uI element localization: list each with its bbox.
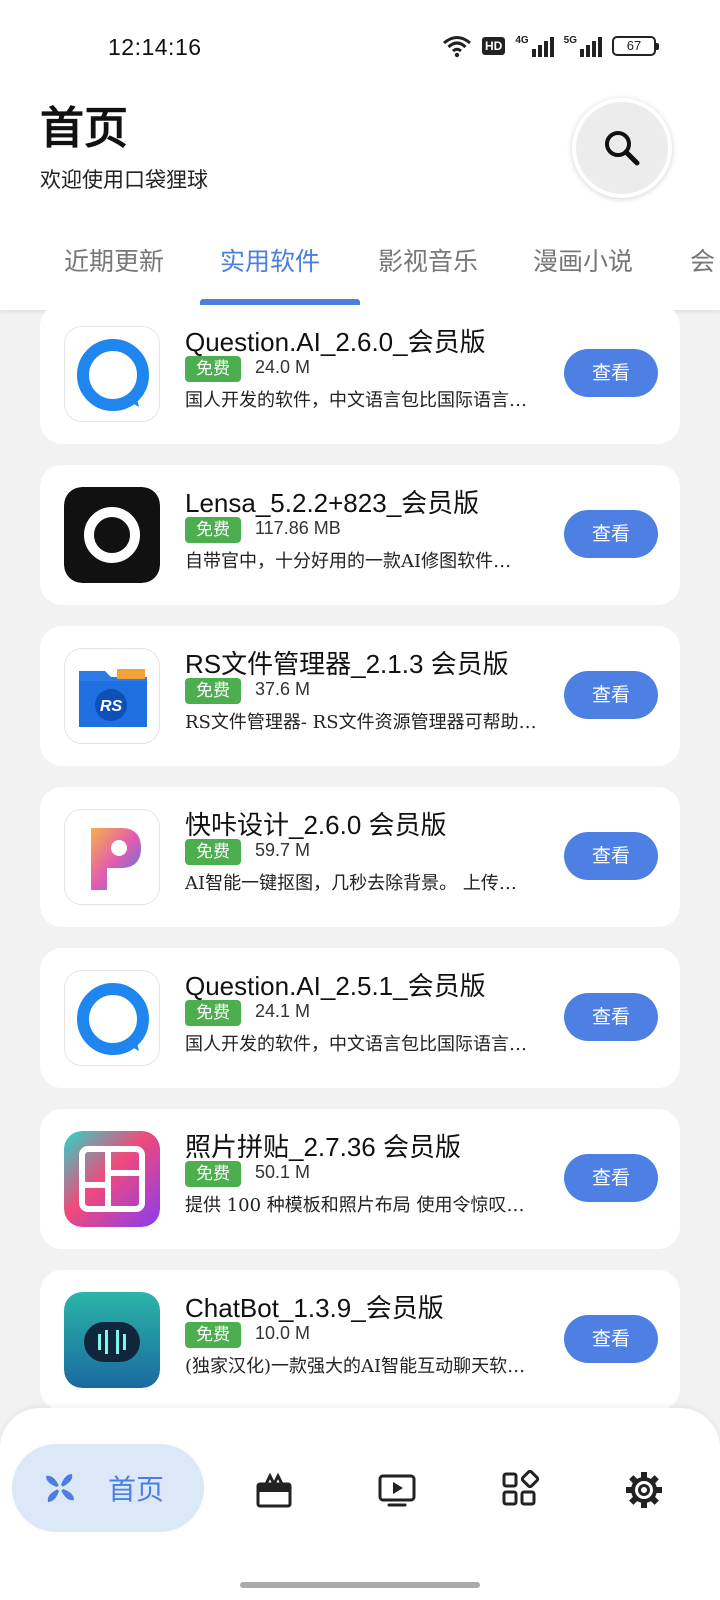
tab-utility-software[interactable]: 实用软件 [220,242,320,278]
settings-icon[interactable] [624,1470,664,1510]
free-badge: 免费 [185,1161,241,1187]
tab-indicator [200,299,360,305]
hd-icon: HD [481,37,506,55]
view-button[interactable]: 查看 [564,1315,658,1363]
search-button[interactable] [572,98,672,198]
question-ai-icon [64,970,160,1066]
app-card[interactable]: Question.AI_2.6.0_会员版 免费 24.0 M 国人开发的软件，… [40,310,680,444]
app-description: 国人开发的软件，中文语言包比国际语言… [185,1034,527,1055]
app-card[interactable]: 快咔设计_2.6.0 会员版 免费 59.7 M AI智能一键抠图，几秒去除背景… [40,787,680,927]
free-badge: 免费 [185,839,241,865]
search-icon [605,131,640,166]
app-name: RS文件管理器_2.1.3 会员版 [185,649,509,679]
tab-recent-updates[interactable]: 近期更新 [64,242,164,278]
battery-icon: 67 [612,36,659,56]
app-card[interactable]: RS RS文件管理器_2.1.3 会员版 免费 37.6 M RS文件管理器- … [40,626,680,766]
category-tabs: 近期更新 实用软件 影视音乐 漫画小说 会 [0,232,720,310]
nav-home-label: 首页 [108,1473,165,1506]
home-indicator[interactable] [240,1582,480,1588]
app-size: 50.1 M [255,1162,311,1182]
view-button[interactable]: 查看 [564,993,658,1041]
gift-icon[interactable] [254,1470,294,1510]
app-card[interactable]: Lensa_5.2.2+823_会员版 免费 117.86 MB 自带官中，十分… [40,465,680,605]
status-time: 12:14:16 [108,34,202,60]
header: 首页 欢迎使用口袋狸球 近期更新 实用软件 影视音乐 漫画小说 会 [0,92,720,310]
app-description: 自带官中，十分好用的一款AI修图软件… [185,551,512,572]
view-button[interactable]: 查看 [564,671,658,719]
chatbot-icon [64,1292,160,1388]
status-bar: 12:14:16 HD 4G 5G 67 [0,0,720,92]
svg-text:RS: RS [100,698,123,715]
app-name: Question.AI_2.5.1_会员版 [185,971,486,1001]
wifi-icon [443,36,471,58]
status-icons: HD 4G 5G 67 [442,34,659,58]
app-name: 快咔设计_2.6.0 会员版 [185,810,447,840]
signal-5g-icon: 5G [564,35,602,57]
app-name: ChatBot_1.3.9_会员版 [185,1293,444,1323]
app-size: 37.6 M [255,679,311,699]
free-badge: 免费 [185,356,241,382]
app-size: 10.0 M [255,1323,311,1343]
app-name: Question.AI_2.6.0_会员版 [185,327,486,357]
free-badge: 免费 [185,1000,241,1026]
app-card[interactable]: ChatBot_1.3.9_会员版 免费 10.0 M (独家汉化)一款强大的A… [40,1270,680,1410]
tab-video-music[interactable]: 影视音乐 [378,242,478,278]
kuaika-design-icon [64,809,160,905]
video-icon[interactable] [377,1470,417,1510]
app-size: 117.86 MB [255,518,341,538]
bottom-navigation: 首页 [0,1408,720,1600]
photo-collage-icon [64,1131,160,1227]
nav-home[interactable]: 首页 [12,1444,204,1532]
free-badge: 免费 [185,517,241,543]
lensa-icon [64,487,160,583]
signal-4g-icon: 4G [515,35,554,57]
app-size: 24.0 M [255,357,311,377]
app-description: RS文件管理器- RS文件资源管理器可帮助… [185,712,537,733]
apps-icon[interactable] [500,1470,540,1510]
app-description: 国人开发的软件，中文语言包比国际语言… [185,390,527,411]
free-badge: 免费 [185,678,241,704]
free-badge: 免费 [185,1322,241,1348]
view-button[interactable]: 查看 [564,510,658,558]
question-ai-icon [64,326,160,422]
tab-more[interactable]: 会 [690,242,715,278]
view-button[interactable]: 查看 [564,1154,658,1202]
home-icon [46,1474,74,1502]
app-description: (独家汉化)一款强大的AI智能互动聊天软… [185,1356,526,1377]
tab-comics-novels[interactable]: 漫画小说 [533,242,633,278]
app-size: 24.1 M [255,1001,311,1021]
rs-file-manager-icon: RS [64,648,160,744]
app-size: 59.7 M [255,840,311,860]
app-card[interactable]: Question.AI_2.5.1_会员版 免费 24.1 M 国人开发的软件，… [40,948,680,1088]
page-subtitle: 欢迎使用口袋狸球 [40,168,208,192]
view-button[interactable]: 查看 [564,349,658,397]
app-name: Lensa_5.2.2+823_会员版 [185,488,480,518]
view-button[interactable]: 查看 [564,832,658,880]
app-description: AI智能一键抠图，几秒去除背景。 上传… [185,873,517,894]
page-title: 首页 [40,103,128,154]
app-list: Question.AI_2.6.0_会员版 免费 24.0 M 国人开发的软件，… [0,310,720,1410]
app-description: 提供 100 种模板和照片布局 使用令惊叹… [185,1195,525,1216]
app-card[interactable]: 照片拼贴_2.7.36 会员版 免费 50.1 M 提供 100 种模板和照片布… [40,1109,680,1249]
app-name: 照片拼贴_2.7.36 会员版 [185,1132,461,1162]
